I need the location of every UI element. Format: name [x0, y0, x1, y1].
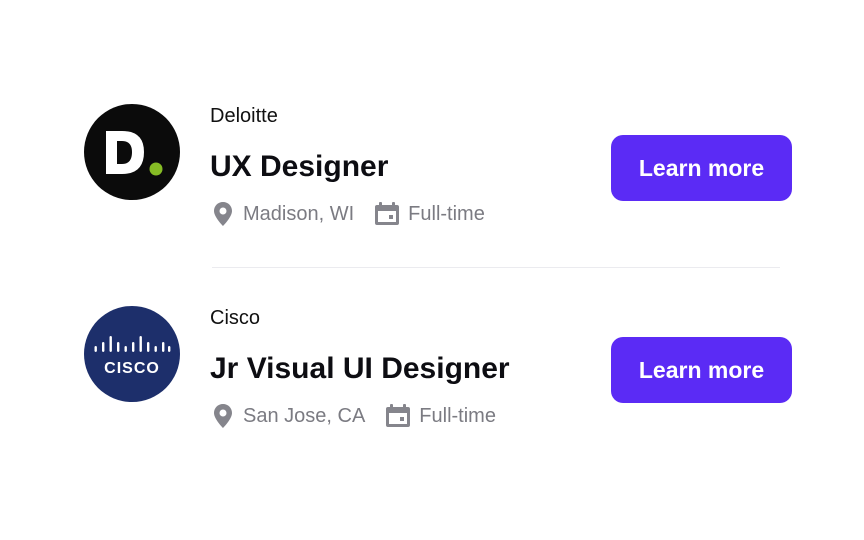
- learn-more-button[interactable]: Learn more: [611, 135, 792, 201]
- job-title: UX Designer: [210, 150, 389, 183]
- job-listing: Deloitte UX Designer Madison, WI Full-ti…: [84, 104, 792, 226]
- learn-more-button[interactable]: Learn more: [611, 337, 792, 403]
- calendar-icon: [385, 403, 411, 429]
- job-location: Madison, WI: [243, 203, 355, 225]
- job-title: Jr Visual UI Designer: [210, 352, 510, 385]
- job-meta: San Jose, CA Full-time: [210, 403, 510, 429]
- job-location: San Jose, CA: [243, 405, 366, 427]
- job-type: Full-time: [419, 405, 496, 427]
- job-type: Full-time: [408, 203, 485, 225]
- job-meta: Madison, WI Full-time: [210, 201, 485, 227]
- company-name: Cisco: [210, 307, 261, 329]
- company-name: Deloitte: [210, 105, 278, 127]
- company-logo-cisco: CISCO: [84, 306, 180, 402]
- job-info: Cisco Jr Visual UI Designer San Jose, CA…: [210, 306, 510, 429]
- divider: [212, 267, 780, 268]
- cisco-logo-text: CISCO: [104, 360, 160, 377]
- location-pin-icon: [210, 201, 236, 227]
- location-pin-icon: [210, 403, 236, 429]
- job-info: Deloitte UX Designer Madison, WI Full-ti…: [210, 104, 485, 227]
- calendar-icon: [374, 201, 400, 227]
- job-listing: CISCO Cisco Jr Visual UI Designer San Jo…: [84, 306, 792, 428]
- company-logo-deloitte: [84, 104, 180, 200]
